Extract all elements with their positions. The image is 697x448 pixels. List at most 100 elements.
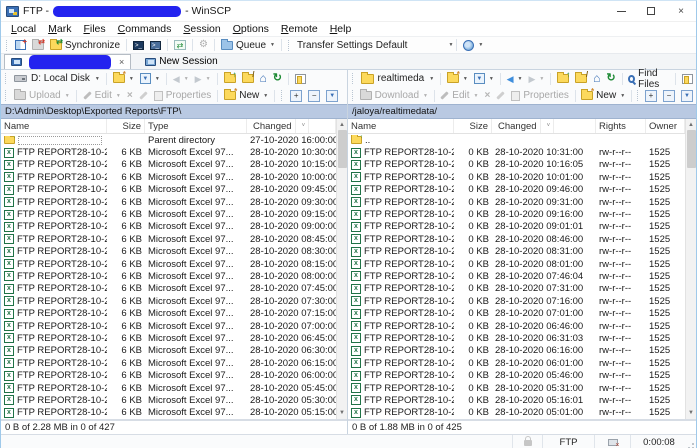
scroll-up-icon[interactable]: ▲: [337, 119, 347, 130]
forward-button[interactable]: ▶▼: [192, 73, 214, 85]
upload-button[interactable]: Upload ▼: [11, 89, 73, 102]
file-row[interactable]: FTP REPORT28-10-20... 6 KB Microsoft Exc…: [1, 382, 336, 394]
select-remove-button[interactable]: −: [660, 89, 678, 103]
file-row[interactable]: FTP REPORT28-10-20... 6 KB Microsoft Exc…: [1, 258, 336, 270]
delete-button[interactable]: ×: [481, 89, 493, 102]
tree-toggle-button[interactable]: [292, 73, 309, 85]
file-row[interactable]: FTP REPORT28-10-20... 6 KB Microsoft Exc…: [1, 171, 336, 183]
home-directory-button[interactable]: ⌂: [257, 72, 270, 85]
file-row[interactable]: FTP REPORT28-10-20... 0 KB 28-10-2020 10…: [348, 146, 685, 158]
protocol-cell[interactable]: FTP: [543, 435, 595, 448]
menu-item[interactable]: Commands: [112, 23, 178, 35]
open-directory-button[interactable]: *▼: [444, 73, 471, 84]
explore-site-button[interactable]: ▼: [460, 39, 486, 52]
file-row[interactable]: FTP REPORT28-10-20... 6 KB Microsoft Exc…: [1, 221, 336, 233]
refresh-button[interactable]: ↻: [270, 72, 285, 85]
file-row[interactable]: FTP REPORT28-10-20... 6 KB Microsoft Exc…: [1, 295, 336, 307]
edit-button[interactable]: Edit ▼: [437, 89, 481, 102]
filter-button[interactable]: ▼▼: [137, 72, 163, 85]
column-header-size[interactable]: Size: [107, 119, 145, 133]
file-row[interactable]: FTP REPORT28-10-20... 0 KB 28-10-2020 07…: [348, 270, 685, 282]
queue-button[interactable]: Queue ▼: [218, 39, 278, 52]
file-row[interactable]: FTP REPORT28-10-20... 0 KB 28-10-2020 05…: [348, 369, 685, 381]
local-drive-combo[interactable]: D: Local Disk ▼: [11, 73, 103, 84]
scroll-down-icon[interactable]: ▼: [337, 408, 347, 419]
file-row[interactable]: FTP REPORT28-10-20... 0 KB 28-10-2020 07…: [348, 307, 685, 319]
parent-directory-row[interactable]: ↑..: [348, 134, 685, 146]
security-cell[interactable]: [513, 435, 543, 448]
menu-item[interactable]: Files: [77, 23, 111, 35]
file-row[interactable]: FTP REPORT28-10-20... 6 KB Microsoft Exc…: [1, 283, 336, 295]
root-directory-button[interactable]: /: [572, 73, 590, 84]
menu-item[interactable]: Remote: [275, 23, 324, 35]
file-row[interactable]: FTP REPORT28-10-20... 6 KB Microsoft Exc…: [1, 270, 336, 282]
maximize-button[interactable]: [636, 1, 666, 21]
synchronize-button[interactable]: ⇄ Synchronize: [47, 39, 123, 52]
root-directory-button[interactable]: /: [239, 73, 257, 84]
filter-button[interactable]: ▼▼: [471, 72, 497, 85]
parent-directory-row[interactable]: ↑ Parent directory 27-10-2020 16:00:00: [1, 134, 336, 146]
file-row[interactable]: FTP REPORT28-10-20... 0 KB 28-10-2020 05…: [348, 407, 685, 419]
column-header-size[interactable]: Size: [454, 119, 492, 133]
refresh-button[interactable]: ↻: [603, 72, 618, 85]
minimize-button[interactable]: [606, 1, 636, 21]
file-row[interactable]: FTP REPORT28-10-20... 6 KB Microsoft Exc…: [1, 196, 336, 208]
column-header-changed[interactable]: Changed˅: [492, 119, 596, 133]
scrollbar-thumb[interactable]: [338, 130, 347, 168]
local-scrollbar[interactable]: ▲ ▼: [336, 119, 347, 419]
session-tab-active[interactable]: ×: [4, 54, 131, 69]
compare-directories-button[interactable]: [12, 39, 29, 51]
open-directory-button[interactable]: *▼: [110, 73, 137, 84]
new-session-tab[interactable]: New Session: [139, 54, 223, 69]
file-row[interactable]: FTP REPORT28-10-20... 6 KB Microsoft Exc…: [1, 184, 336, 196]
menu-item[interactable]: Options: [227, 23, 275, 35]
scroll-down-icon[interactable]: ▼: [686, 408, 696, 419]
column-header-name[interactable]: Name: [348, 119, 454, 133]
remote-directory-combo[interactable]: realtimeda ▼: [358, 73, 438, 84]
properties-button[interactable]: Properties: [151, 89, 215, 102]
transfer-mode-button[interactable]: ⇄: [171, 39, 189, 51]
preferences-button[interactable]: ⚙: [196, 39, 211, 51]
select-add-button[interactable]: +: [287, 89, 305, 103]
file-row[interactable]: FTP REPORT28-10-20... 0 KB 28-10-2020 08…: [348, 258, 685, 270]
back-button[interactable]: ◀▼: [504, 73, 526, 85]
rename-button[interactable]: [136, 93, 151, 98]
local-path-bar[interactable]: D:\Admin\Desktop\Exported Reports\FTP\: [1, 104, 347, 119]
file-row[interactable]: FTP REPORT28-10-20... 6 KB Microsoft Exc…: [1, 394, 336, 406]
select-filter-button[interactable]: ▼: [323, 89, 341, 103]
file-row[interactable]: FTP REPORT28-10-20... 0 KB 28-10-2020 10…: [348, 159, 685, 171]
file-row[interactable]: FTP REPORT28-10-20... 6 KB Microsoft Exc…: [1, 208, 336, 220]
forward-button[interactable]: ▶▼: [525, 73, 547, 85]
close-button[interactable]: ×: [666, 1, 696, 21]
file-row[interactable]: FTP REPORT28-10-20... 0 KB 28-10-2020 09…: [348, 221, 685, 233]
column-header-type[interactable]: Type: [145, 119, 247, 133]
file-row[interactable]: FTP REPORT28-10-20... 0 KB 28-10-2020 10…: [348, 171, 685, 183]
file-row[interactable]: FTP REPORT28-10-20... 0 KB 28-10-2020 06…: [348, 332, 685, 344]
select-filter-button[interactable]: ▼: [678, 89, 696, 103]
transfer-settings-button[interactable]: Transfer Settings Default: [294, 39, 410, 52]
file-row[interactable]: FTP REPORT28-10-20... 6 KB Microsoft Exc…: [1, 332, 336, 344]
file-row[interactable]: FTP REPORT28-10-20... 6 KB Microsoft Exc…: [1, 369, 336, 381]
column-header-changed[interactable]: Changed˅: [247, 119, 336, 133]
new-button[interactable]: * New ▼: [578, 89, 628, 102]
file-row[interactable]: FTP REPORT28-10-20... 0 KB 28-10-2020 07…: [348, 283, 685, 295]
back-button[interactable]: ◀▼: [170, 73, 192, 85]
scroll-up-icon[interactable]: ▲: [686, 119, 696, 130]
file-row[interactable]: FTP REPORT28-10-20... 6 KB Microsoft Exc…: [1, 357, 336, 369]
menu-item[interactable]: Mark: [42, 23, 77, 35]
file-row[interactable]: FTP REPORT28-10-20... 6 KB Microsoft Exc…: [1, 146, 336, 158]
parent-directory-button[interactable]: ↑: [221, 73, 239, 84]
column-header-owner[interactable]: Owner: [646, 119, 685, 133]
scrollbar-thumb[interactable]: [687, 130, 696, 168]
close-tab-icon[interactable]: ×: [119, 57, 124, 67]
open-terminal-button[interactable]: >_: [130, 40, 147, 51]
rename-button[interactable]: [493, 93, 508, 98]
file-row[interactable]: FTP REPORT28-10-20... 0 KB 28-10-2020 05…: [348, 382, 685, 394]
tree-toggle-button[interactable]: [679, 73, 696, 85]
synchronize-browsing-button[interactable]: ⇄: [29, 40, 47, 51]
file-row[interactable]: FTP REPORT28-10-20... 0 KB 28-10-2020 09…: [348, 184, 685, 196]
menu-item[interactable]: Local: [5, 23, 42, 35]
file-row[interactable]: FTP REPORT28-10-20... 6 KB Microsoft Exc…: [1, 320, 336, 332]
select-remove-button[interactable]: −: [305, 89, 323, 103]
delete-button[interactable]: ×: [124, 89, 136, 102]
